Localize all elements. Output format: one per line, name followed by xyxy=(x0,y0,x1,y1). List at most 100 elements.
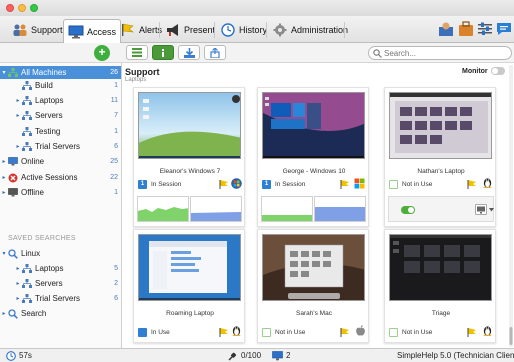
user-profile-icon[interactable] xyxy=(437,21,455,37)
gear-icon xyxy=(272,23,288,37)
screen-thumbnail[interactable] xyxy=(389,92,492,159)
group-tree-icon xyxy=(8,68,18,77)
add-machine-button[interactable]: + xyxy=(94,45,110,61)
expand-arrow-icon[interactable]: ▸ xyxy=(0,310,8,317)
minimize-window-button[interactable] xyxy=(18,4,26,12)
expand-arrow-icon[interactable]: ▸ xyxy=(14,143,22,150)
card-controls xyxy=(388,196,494,222)
search-input[interactable] xyxy=(384,48,504,58)
sidebar-item-testing[interactable]: Testing 1 xyxy=(0,125,121,138)
list-view-button[interactable] xyxy=(126,45,148,60)
machine-card[interactable]: Nathan's Laptop Not in Use xyxy=(384,87,496,227)
timer-text: 57s xyxy=(19,351,32,360)
sidebar-item-active-sessions[interactable]: ▸ Active Sessions 22 xyxy=(0,171,121,184)
screen-icon xyxy=(477,206,485,214)
expand-arrow-icon[interactable]: ▸ xyxy=(0,189,8,196)
group-tree-icon xyxy=(22,264,32,273)
main-tab-bar: Support Access Alerts Present History Ad… xyxy=(0,16,514,43)
sidebar-saved-search[interactable]: ▸ Search xyxy=(0,307,121,320)
expand-arrow-icon[interactable]: ▸ xyxy=(14,112,22,119)
chevron-down-icon[interactable] xyxy=(489,208,494,212)
session-badge: 1 xyxy=(262,179,271,189)
memory-graph xyxy=(314,196,366,222)
maximize-window-button[interactable] xyxy=(30,4,38,12)
tab-administration[interactable]: Administration xyxy=(268,19,352,41)
screen-thumbnail[interactable] xyxy=(138,234,241,301)
alert-flag-icon[interactable] xyxy=(340,328,350,337)
share-button[interactable] xyxy=(204,45,226,60)
close-window-button[interactable] xyxy=(6,4,14,12)
expand-arrow-icon[interactable]: ▸ xyxy=(14,280,22,287)
tab-history[interactable]: History xyxy=(216,19,271,41)
sidebar-saved-linux[interactable]: ▾ Linux xyxy=(0,247,121,260)
sidebar-item-count: 2 xyxy=(114,280,118,287)
machine-name: Nathan's Laptop xyxy=(417,168,465,175)
settings-sliders-icon[interactable] xyxy=(476,21,494,37)
tab-support[interactable]: Support xyxy=(8,19,67,41)
screen-thumbnail[interactable] xyxy=(262,92,365,159)
sidebar-item-count: 5 xyxy=(114,265,118,272)
monitor-toggle[interactable] xyxy=(491,67,505,75)
machine-card[interactable]: Eleanor's Windows 7 1 In Session xyxy=(133,87,245,227)
sidebar-item-trial-servers[interactable]: ▸ Trial Servers 6 xyxy=(0,140,121,153)
sidebar-item-build[interactable]: Build 1 xyxy=(0,79,121,92)
sidebar-item-online[interactable]: ▸ Online 25 xyxy=(0,155,121,168)
screen-thumbnail[interactable] xyxy=(138,92,241,159)
tab-present[interactable]: Present xyxy=(161,19,219,41)
sidebar-saved-trial-servers[interactable]: ▸ Trial Servers 6 xyxy=(0,292,121,305)
group-tree-icon xyxy=(22,81,32,90)
expand-arrow-icon[interactable]: ▸ xyxy=(14,265,22,272)
tab-separator xyxy=(214,22,215,38)
screen-thumbnail[interactable] xyxy=(262,234,365,301)
alert-flag-icon[interactable] xyxy=(219,180,229,189)
session-badge xyxy=(389,179,398,189)
session-badge: 1 xyxy=(138,179,147,189)
machine-card[interactable]: Triage Not in Use xyxy=(384,229,496,343)
tab-access-label: Access xyxy=(87,26,117,37)
search-box[interactable] xyxy=(368,46,512,60)
alert-flag-icon[interactable] xyxy=(219,328,229,337)
machine-name: Triage xyxy=(431,310,451,317)
info-button[interactable] xyxy=(152,45,174,60)
expand-arrow-icon[interactable]: ▾ xyxy=(0,250,8,257)
expand-arrow-icon[interactable]: ▸ xyxy=(14,97,22,104)
monitors-count: 2 xyxy=(286,351,291,360)
sidebar-item-count: 7 xyxy=(114,112,118,119)
sidebar-item-laptops[interactable]: ▸ Laptops 11 xyxy=(0,94,121,107)
remote-control-button[interactable] xyxy=(475,204,487,215)
sidebar-item-label: Online xyxy=(21,157,45,166)
alert-flag-icon[interactable] xyxy=(467,328,477,337)
sidebar-item-label: Servers xyxy=(35,279,63,288)
machine-card[interactable]: George - Windows 10 1 In Session xyxy=(257,87,369,227)
expand-arrow-icon[interactable]: ▾ xyxy=(0,69,8,76)
sidebar-item-label: Testing xyxy=(35,127,61,136)
tab-present-label: Present xyxy=(184,25,216,35)
sidebar-item-count: 25 xyxy=(110,158,118,165)
sidebar-item-servers[interactable]: ▸ Servers 7 xyxy=(0,109,121,122)
download-button[interactable] xyxy=(178,45,200,60)
card-toggle[interactable] xyxy=(401,206,415,214)
tab-access[interactable]: Access xyxy=(63,19,122,43)
expand-arrow-icon[interactable]: ▸ xyxy=(14,295,22,302)
sidebar-saved-laptops[interactable]: ▸ Laptops 5 xyxy=(0,262,121,275)
saved-searches-heading: SAVED SEARCHES xyxy=(8,235,76,242)
sidebar: ▾ All Machines 26 Build 1 ▸ Laptops 11 ▸… xyxy=(0,63,122,348)
sidebar-item-offline[interactable]: ▸ Offline 1 xyxy=(0,186,121,199)
chat-icon[interactable] xyxy=(495,21,513,37)
machine-card[interactable]: Roaming Laptop In Use xyxy=(133,229,245,343)
alert-flag-icon[interactable] xyxy=(340,180,350,189)
toolbox-icon[interactable] xyxy=(457,21,475,37)
machine-status: 1 In Session xyxy=(262,179,305,189)
sidebar-item-count: 11 xyxy=(110,97,118,104)
sidebar-item-label: Laptops xyxy=(35,96,64,105)
machine-card[interactable]: Sarah's Mac Not in Use xyxy=(257,229,369,343)
sidebar-saved-servers[interactable]: ▸ Servers 2 xyxy=(0,277,121,290)
sidebar-item-all-machines[interactable]: ▾ All Machines 26 xyxy=(0,66,121,79)
vertical-scrollbar[interactable] xyxy=(509,65,513,347)
expand-arrow-icon[interactable]: ▸ xyxy=(0,158,8,165)
machine-status: 1 In Session xyxy=(138,179,181,189)
expand-arrow-icon[interactable]: ▸ xyxy=(0,174,8,181)
sidebar-item-label: Laptops xyxy=(35,264,64,273)
alert-flag-icon[interactable] xyxy=(467,180,477,189)
screen-thumbnail[interactable] xyxy=(389,234,492,301)
